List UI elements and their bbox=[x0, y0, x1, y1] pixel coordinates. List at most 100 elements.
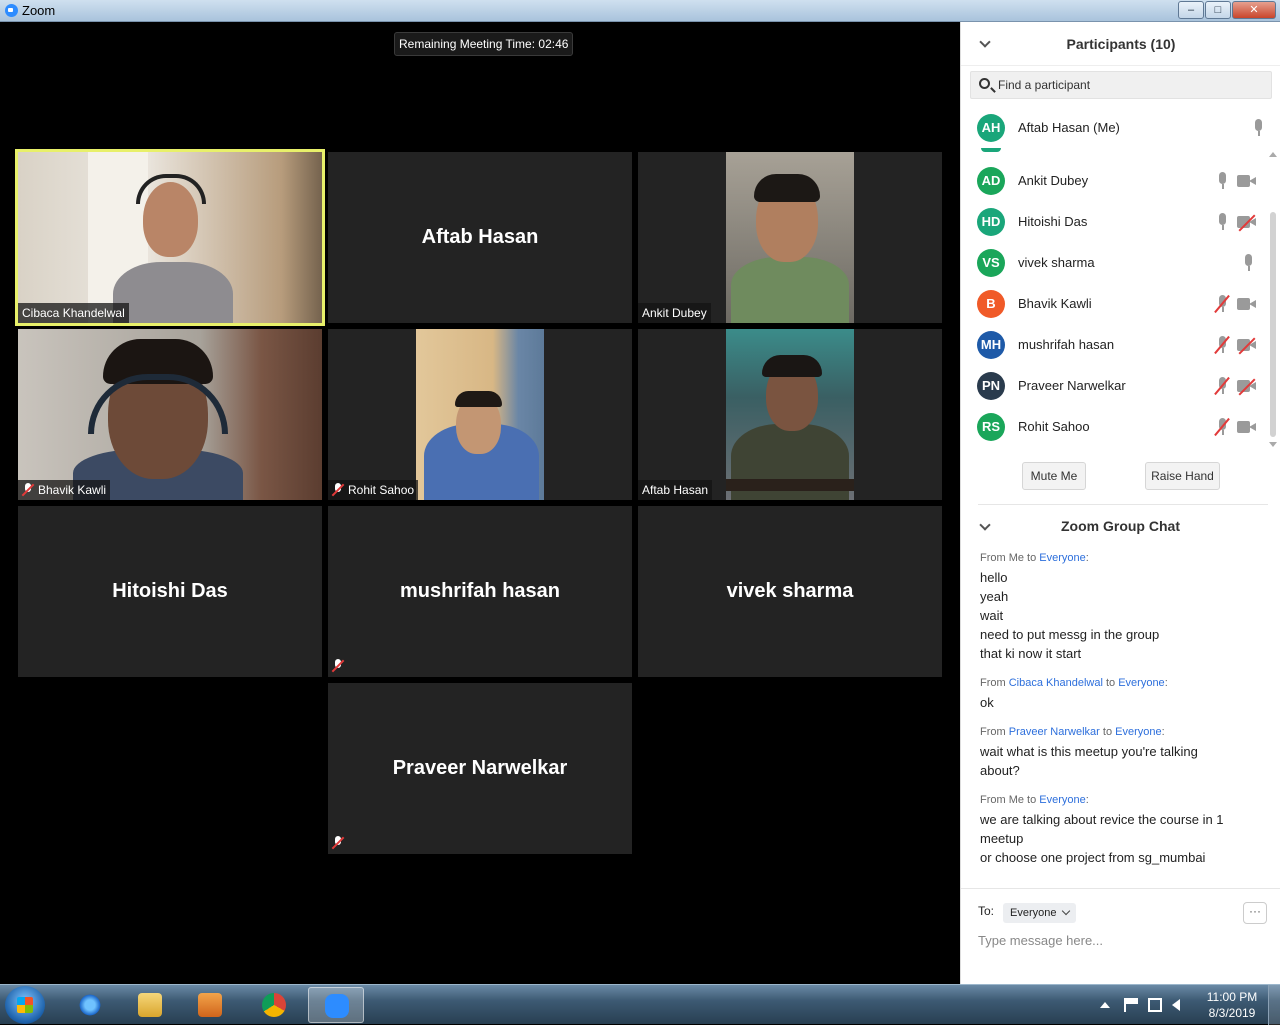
participant-search[interactable]: Find a participant bbox=[970, 71, 1272, 99]
video-tile-ankit-dubey[interactable]: Ankit Dubey bbox=[638, 152, 942, 323]
recipient-dropdown[interactable]: Everyone bbox=[1003, 903, 1076, 923]
camera-icon[interactable] bbox=[1237, 175, 1257, 187]
participant-name: Hitoishi Das bbox=[112, 580, 228, 602]
participant-row[interactable]: AH Aftab Hasan (Me) bbox=[961, 108, 1266, 148]
muted-mic-icon[interactable] bbox=[1214, 335, 1230, 355]
show-hidden-icons-arrow-icon[interactable] bbox=[1100, 1002, 1110, 1008]
muted-mic-icon[interactable] bbox=[1214, 294, 1230, 314]
media-player-taskbar-button[interactable] bbox=[182, 987, 238, 1023]
media-player-icon bbox=[198, 993, 222, 1017]
avatar: PN bbox=[977, 372, 1005, 400]
system-clock[interactable]: 11:00 PM 8/3/2019 bbox=[1202, 989, 1262, 1021]
participant-name: Aftab Hasan (Me) bbox=[1018, 120, 1120, 135]
muted-mic-icon bbox=[22, 483, 34, 497]
video-tile-hitoishi-das[interactable]: Hitoishi Das bbox=[18, 506, 322, 677]
recipient-link[interactable]: Everyone bbox=[1039, 552, 1085, 564]
participant-row[interactable]: B Bhavik Kawli bbox=[961, 284, 1266, 324]
video-tile-vivek-sharma[interactable]: vivek sharma bbox=[638, 506, 942, 677]
windows-taskbar: 11:00 PM 8/3/2019 bbox=[0, 984, 1280, 1025]
video-tile-cibaca[interactable]: Cibaca Khandelwal bbox=[15, 149, 325, 326]
network-icon[interactable] bbox=[1148, 998, 1162, 1012]
mute-me-button[interactable]: Mute Me bbox=[1022, 462, 1086, 490]
participants-header: Participants (10) bbox=[961, 22, 1280, 66]
maximize-button[interactable]: □ bbox=[1205, 1, 1231, 19]
zoom-taskbar-button[interactable] bbox=[308, 987, 364, 1023]
camera-off-icon[interactable] bbox=[1237, 337, 1257, 355]
camera-icon[interactable] bbox=[1237, 298, 1257, 310]
participant-row[interactable]: AD Ankit Dubey bbox=[961, 161, 1266, 201]
chat-message: From Cibaca Khandelwal to Everyone: ok bbox=[980, 677, 1168, 710]
internet-explorer-icon bbox=[78, 993, 102, 1017]
sender-link[interactable]: Praveer Narwelkar bbox=[1009, 726, 1100, 738]
muted-mic-icon[interactable] bbox=[1214, 417, 1230, 437]
video-tile-bhavik-kawli[interactable]: Bhavik Kawli bbox=[18, 329, 322, 500]
start-button[interactable] bbox=[5, 986, 45, 1024]
minimize-button[interactable]: – bbox=[1178, 1, 1204, 19]
internet-explorer-taskbar-button[interactable] bbox=[62, 987, 118, 1023]
chrome-icon bbox=[262, 993, 286, 1017]
file-explorer-taskbar-button[interactable] bbox=[122, 987, 178, 1023]
video-feed bbox=[726, 152, 854, 323]
video-tile-aftab-hasan-video[interactable]: Aftab Hasan bbox=[638, 329, 942, 500]
microphone-icon[interactable] bbox=[1243, 254, 1253, 272]
divider bbox=[978, 504, 1268, 505]
recipient-link[interactable]: Everyone bbox=[1039, 794, 1085, 806]
more-options-button[interactable]: ··· bbox=[1243, 902, 1267, 924]
zoom-app-icon bbox=[5, 4, 18, 17]
participant-row[interactable]: VS vivek sharma bbox=[961, 243, 1266, 283]
muted-mic-icon[interactable] bbox=[1214, 376, 1230, 396]
microphone-icon[interactable] bbox=[1217, 172, 1227, 190]
show-desktop-button[interactable] bbox=[1268, 985, 1280, 1025]
participant-row[interactable]: PN Praveer Narwelkar bbox=[961, 366, 1266, 406]
recipient-link[interactable]: Everyone bbox=[1118, 677, 1164, 689]
video-tile-rohit-sahoo[interactable]: Rohit Sahoo bbox=[328, 329, 632, 500]
participant-row[interactable]: RS Rohit Sahoo bbox=[961, 407, 1266, 447]
microphone-icon[interactable] bbox=[1217, 213, 1227, 231]
chat-message-input[interactable]: Type message here... bbox=[978, 933, 1103, 948]
chat-message: From Praveer Narwelkar to Everyone: wait… bbox=[980, 726, 1198, 778]
chat-message: From Me to Everyone: hello yeah wait nee… bbox=[980, 552, 1160, 661]
participant-row[interactable]: MH mushrifah hasan bbox=[961, 325, 1266, 365]
participant-name: Aftab Hasan bbox=[421, 226, 539, 248]
participant-name: mushrifah hasan bbox=[399, 580, 561, 602]
chrome-taskbar-button[interactable] bbox=[246, 987, 302, 1023]
participant-name: Praveer Narwelkar bbox=[1018, 378, 1126, 393]
sender-link[interactable]: Cibaca Khandelwal bbox=[1009, 677, 1103, 689]
zoom-icon bbox=[325, 994, 349, 1018]
participant-list-scrollbar[interactable] bbox=[1268, 152, 1278, 447]
video-gallery: Remaining Meeting Time: 02:46 Cibaca Kha… bbox=[0, 22, 960, 984]
search-input[interactable]: Find a participant bbox=[998, 78, 1090, 92]
action-center-flag-icon[interactable] bbox=[1124, 998, 1138, 1012]
video-tile-mushrifah-hasan[interactable]: mushrifah hasan bbox=[328, 506, 632, 677]
muted-mic-icon bbox=[332, 659, 344, 673]
video-feed bbox=[726, 329, 854, 500]
avatar: B bbox=[977, 290, 1005, 318]
participant-name: Ankit Dubey bbox=[1018, 173, 1089, 188]
camera-icon[interactable] bbox=[1237, 421, 1257, 433]
participant-row[interactable]: HD Hitoishi Das bbox=[961, 202, 1266, 242]
chat-title: Zoom Group Chat bbox=[1061, 518, 1180, 534]
avatar: HD bbox=[977, 208, 1005, 236]
microphone-icon[interactable] bbox=[1253, 119, 1263, 137]
video-tile-praveer-narwelkar[interactable]: Praveer Narwelkar bbox=[328, 683, 632, 854]
participant-name: Bhavik Kawli bbox=[1018, 296, 1092, 311]
raise-hand-button[interactable]: Raise Hand bbox=[1145, 462, 1220, 490]
avatar: AD bbox=[977, 167, 1005, 195]
participant-name: mushrifah hasan bbox=[1018, 337, 1115, 352]
volume-icon[interactable] bbox=[1172, 999, 1180, 1011]
search-icon bbox=[979, 78, 990, 89]
close-button[interactable]: ✕ bbox=[1232, 1, 1276, 19]
participant-name-label: Rohit Sahoo bbox=[328, 480, 419, 500]
muted-mic-icon bbox=[332, 483, 344, 497]
recipient-link[interactable]: Everyone bbox=[1115, 726, 1161, 738]
window-titlebar: Zoom – □ ✕ bbox=[0, 0, 1280, 22]
video-tile-aftab-hasan[interactable]: Aftab Hasan bbox=[328, 152, 632, 323]
avatar: AH bbox=[977, 114, 1005, 142]
camera-off-icon[interactable] bbox=[1237, 214, 1257, 232]
video-feed bbox=[18, 152, 322, 323]
participant-name: Hitoishi Das bbox=[1018, 214, 1088, 229]
participant-name-label: Cibaca Khandelwal bbox=[18, 303, 129, 323]
participant-name: Rohit Sahoo bbox=[1018, 419, 1090, 434]
chevron-down-icon bbox=[1061, 906, 1071, 916]
camera-off-icon[interactable] bbox=[1237, 378, 1257, 396]
